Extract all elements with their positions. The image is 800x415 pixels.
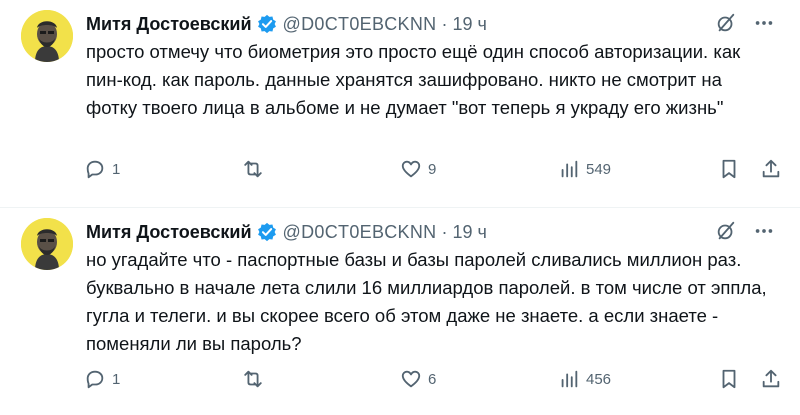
author-name[interactable]: Митя Достоевский [86, 14, 252, 35]
views-count: 456 [586, 370, 612, 388]
share-icon [762, 369, 780, 388]
tweet[interactable]: Митя Достоевский @D0CT0EBCKNN · 19 ч но … [0, 207, 800, 414]
views-count: 549 [586, 160, 612, 178]
tweet-text: просто отмечу что биометрия это просто е… [86, 41, 741, 118]
views-button[interactable]: 456 [558, 368, 611, 390]
tweet-header: Митя Достоевский @D0CT0EBCKNN · 19 ч [86, 219, 776, 245]
tweet-header: Митя Достоевский @D0CT0EBCKNN · 19 ч [86, 11, 776, 37]
timestamp[interactable]: 19 ч [452, 222, 486, 243]
tweet-text: но угадайте что - паспортные базы и базы… [86, 249, 767, 354]
reply-count: 1 [112, 370, 121, 388]
share-button[interactable] [760, 158, 782, 180]
more-icon[interactable] [752, 11, 776, 35]
grok-icon[interactable] [714, 11, 738, 35]
bookmark-button[interactable] [718, 158, 740, 180]
author-handle[interactable]: @D0CT0EBCKNN [283, 14, 437, 35]
reply-icon [86, 160, 104, 179]
retweet-icon [244, 160, 262, 178]
like-icon [401, 370, 421, 388]
action-bar: 1 9 549 [84, 158, 784, 188]
separator-dot: · [441, 13, 448, 34]
like-icon [401, 160, 421, 178]
views-button[interactable]: 549 [558, 158, 611, 180]
retweet-icon [244, 370, 262, 388]
like-button[interactable]: 9 [400, 158, 436, 180]
action-bar: 1 6 456 [84, 368, 784, 398]
author-handle[interactable]: @D0CT0EBCKNN [283, 222, 437, 243]
share-icon [762, 159, 780, 178]
verified-icon [257, 222, 276, 242]
views-icon [561, 370, 578, 388]
grok-icon[interactable] [714, 219, 738, 243]
separator-dot: · [441, 221, 448, 242]
like-button[interactable]: 6 [400, 368, 436, 390]
bookmark-icon [722, 369, 736, 389]
reply-button[interactable]: 1 [84, 368, 120, 390]
retweet-button[interactable] [242, 158, 270, 180]
tweet[interactable]: Митя Достоевский @D0CT0EBCKNN · 19 ч про… [0, 0, 800, 207]
avatar[interactable] [21, 10, 73, 62]
like-count: 6 [428, 370, 437, 388]
verified-icon [257, 14, 276, 34]
tweet-thread: Митя Достоевский @D0CT0EBCKNN · 19 ч про… [0, 0, 800, 414]
reply-icon [86, 370, 104, 389]
timestamp[interactable]: 19 ч [452, 14, 486, 35]
views-icon [561, 160, 578, 178]
author-name[interactable]: Митя Достоевский [86, 222, 252, 243]
bookmark-button[interactable] [718, 368, 740, 390]
more-icon[interactable] [752, 219, 776, 243]
reply-count: 1 [112, 160, 121, 178]
bookmark-icon [722, 159, 736, 179]
reply-button[interactable]: 1 [84, 158, 120, 180]
share-button[interactable] [760, 368, 782, 390]
retweet-button[interactable] [242, 368, 270, 390]
avatar[interactable] [21, 218, 73, 270]
like-count: 9 [428, 160, 437, 178]
